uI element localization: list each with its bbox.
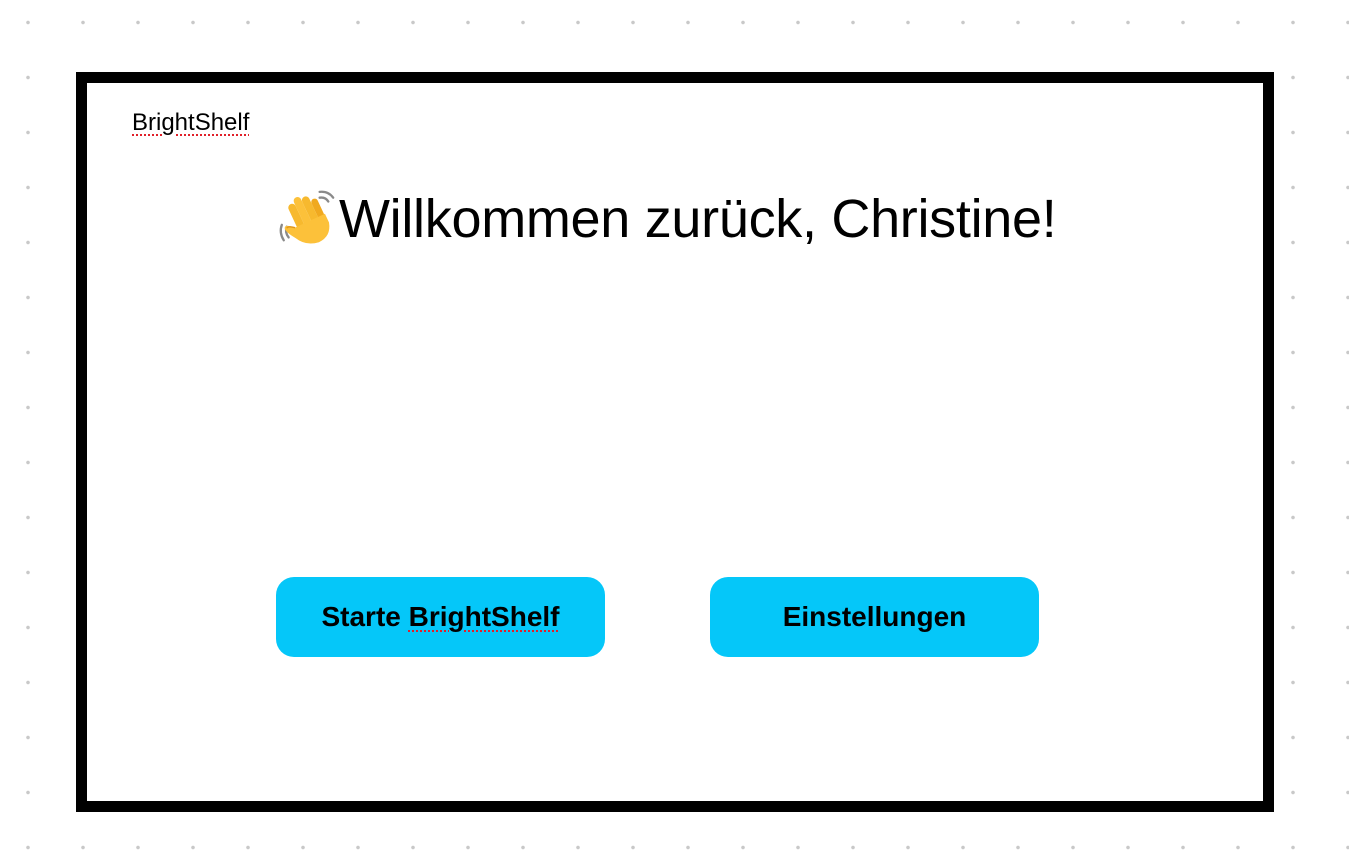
settings-button[interactable]: Einstellungen [710, 577, 1039, 657]
brand-logo-text: BrightShelf [132, 109, 250, 136]
start-button-prefix: Starte [321, 601, 409, 632]
canvas-background: { "app": { "brand": "BrightShelf" }, "we… [0, 0, 1349, 864]
settings-button-label: Einstellungen [782, 601, 967, 632]
welcome-text: Willkommen zurück, Christine! [339, 189, 1057, 249]
start-button-brand: BrightShelf [408, 601, 560, 632]
waving-hand-icon [279, 190, 335, 244]
welcome-heading: Willkommen zurück, Christine! [277, 187, 1057, 251]
screen-frame: BrightShelf Willkommen zurück, Christine… [76, 72, 1274, 812]
start-brightshelf-button[interactable]: Starte BrightShelf [276, 577, 605, 657]
